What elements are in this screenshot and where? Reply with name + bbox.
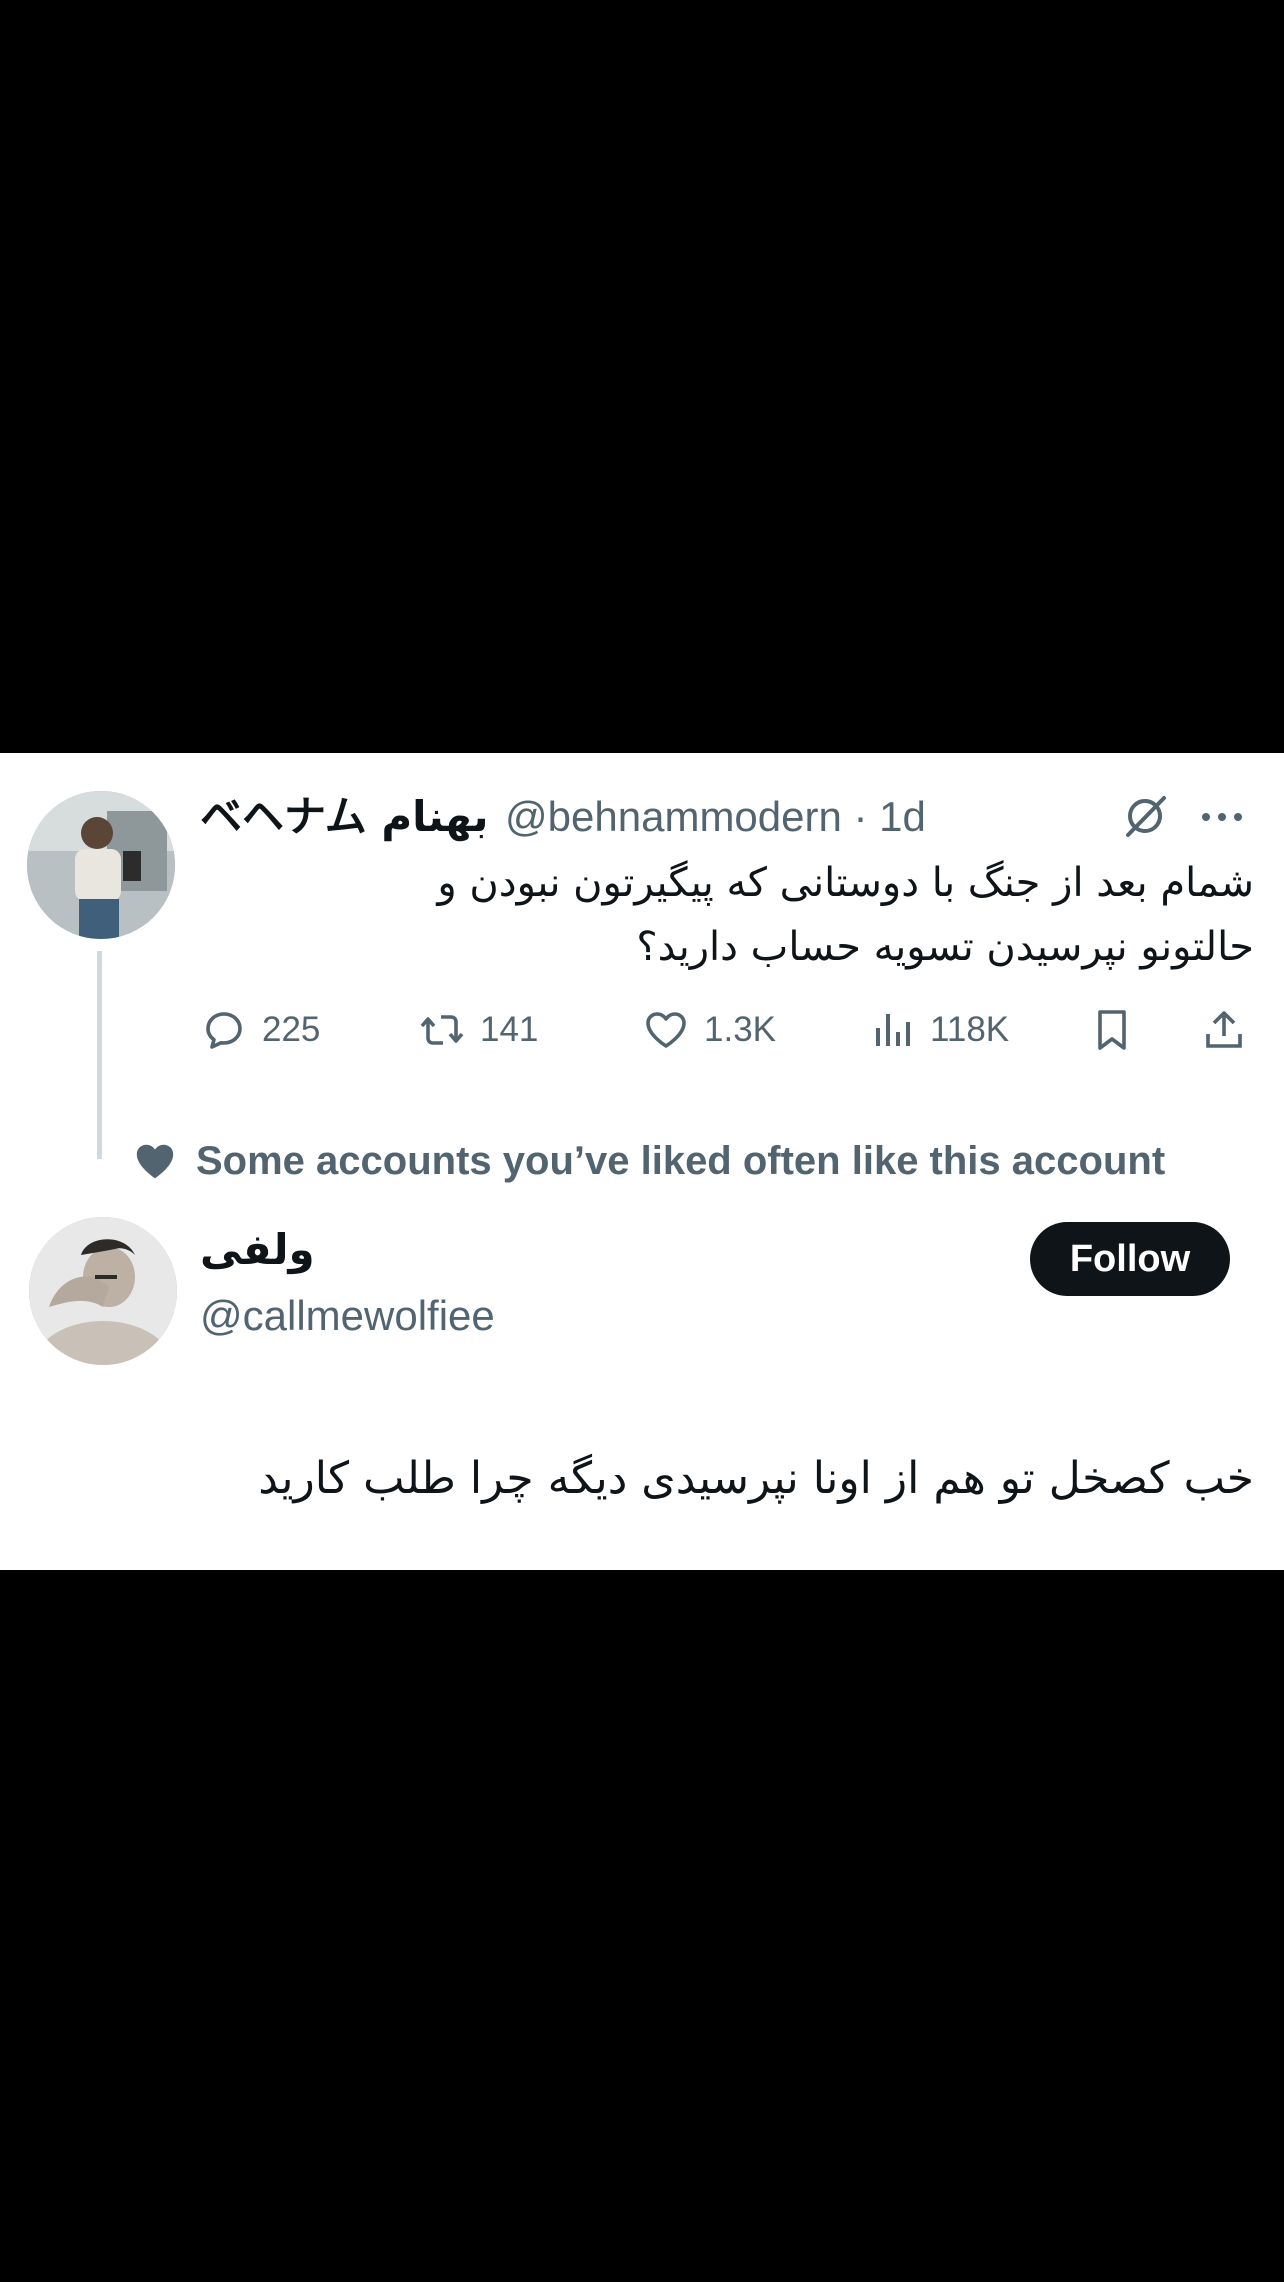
grok-icon[interactable] (1122, 793, 1168, 839)
suggested-user: ولفی @callmewolfiee (200, 1218, 495, 1344)
bookmark-button[interactable] (1088, 995, 1136, 1065)
reply-count: 225 (262, 1010, 321, 1049)
like-icon (646, 1012, 686, 1048)
author-avatar[interactable] (27, 791, 175, 939)
thread-line (97, 951, 102, 1159)
repost-button[interactable]: 141 (418, 995, 538, 1065)
tweet-header: ベヘナム بهنام @behnammodern · 1d (200, 783, 1260, 843)
tweet-text: شمام بعد از جنگ با دوستانی که پیگیرتون ن… (200, 851, 1254, 979)
heart-icon (136, 1144, 174, 1179)
tweet-text-line: حالتونو نپرسیدن تسویه حساب دارید؟ (636, 924, 1254, 970)
reply-button[interactable]: 225 (200, 995, 320, 1065)
author-handle-time[interactable]: @behnammodern · 1d (505, 793, 926, 840)
like-button[interactable]: 1.3K (642, 995, 776, 1065)
suggested-display-name[interactable]: ولفی (200, 1218, 495, 1282)
share-button[interactable] (1200, 995, 1248, 1065)
repost-icon (420, 1015, 464, 1045)
reply-icon (206, 1012, 242, 1049)
tweet-text-line: شمام بعد از جنگ با دوستانی که پیگیرتون ن… (437, 860, 1254, 906)
like-count: 1.3K (704, 1010, 776, 1049)
views-button[interactable]: 118K (868, 995, 1009, 1065)
views-icon (876, 1014, 910, 1046)
social-context-text: Some accounts you’ve liked often like th… (196, 1138, 1166, 1183)
author-display-name[interactable]: ベヘナム بهنام (200, 792, 489, 841)
views-count: 118K (930, 1010, 1010, 1049)
caption-text: خب کصخل تو هم از اونا نپرسیدی دیگه چرا ط… (258, 1453, 1254, 1504)
bookmark-icon (1098, 1010, 1126, 1050)
tweet-actions: 225 141 1.3K 118K (200, 995, 1260, 1065)
social-context: Some accounts you’ve liked often like th… (134, 1131, 1165, 1191)
suggested-handle[interactable]: @callmewolfiee (200, 1288, 495, 1344)
share-icon (1206, 1011, 1242, 1048)
tweet-card: ベヘナム بهنام @behnammodern · 1d شمام بعد ا… (0, 753, 1284, 1570)
more-icon[interactable] (1198, 807, 1246, 827)
follow-button[interactable]: Follow (1030, 1222, 1230, 1296)
repost-count: 141 (480, 1010, 539, 1049)
suggested-avatar[interactable] (29, 1217, 177, 1365)
